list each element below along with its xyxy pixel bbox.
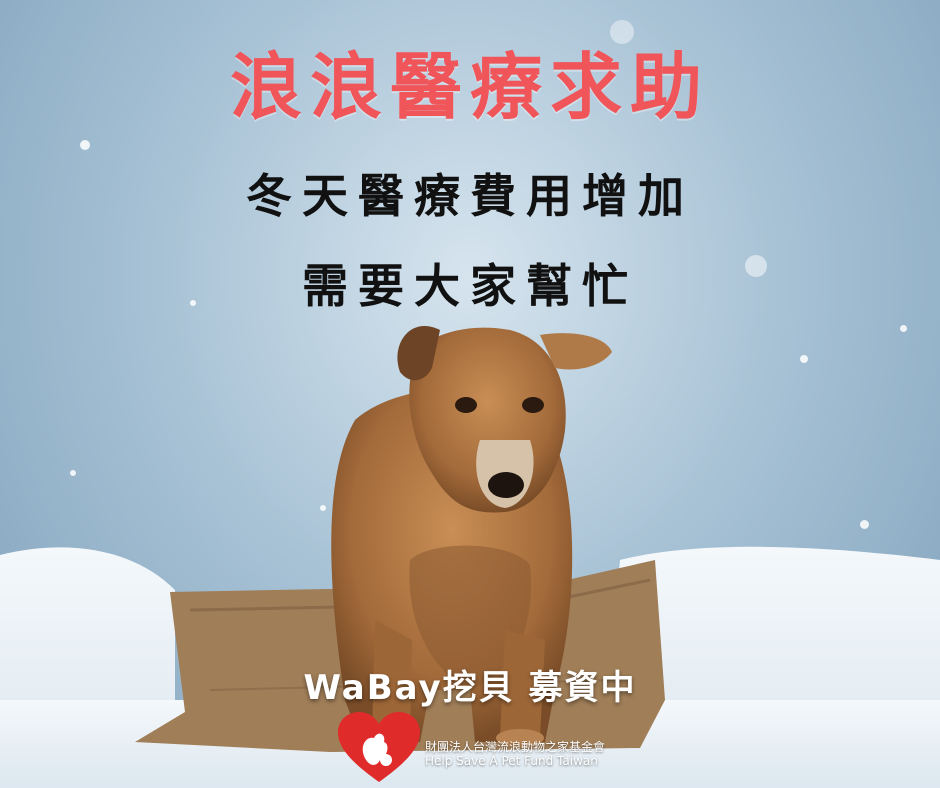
- organization-name-zh: 財團法人台灣流浪動物之家基金會: [425, 740, 606, 754]
- organization-label: 財團法人台灣流浪動物之家基金會 Help Save A Pet Fund Tai…: [425, 740, 605, 768]
- organization-name-en: Help Save A Pet Fund Taiwan: [425, 754, 598, 768]
- page-title: 浪浪醫療求助: [229, 45, 710, 129]
- heart-logo-icon: [338, 712, 420, 782]
- fundraising-label: WaBay挖貝 募資中: [303, 668, 637, 708]
- subtitle-line-1: 冬天醫療費用增加: [246, 169, 694, 223]
- subtitle-line-2: 需要大家幫忙: [302, 259, 638, 313]
